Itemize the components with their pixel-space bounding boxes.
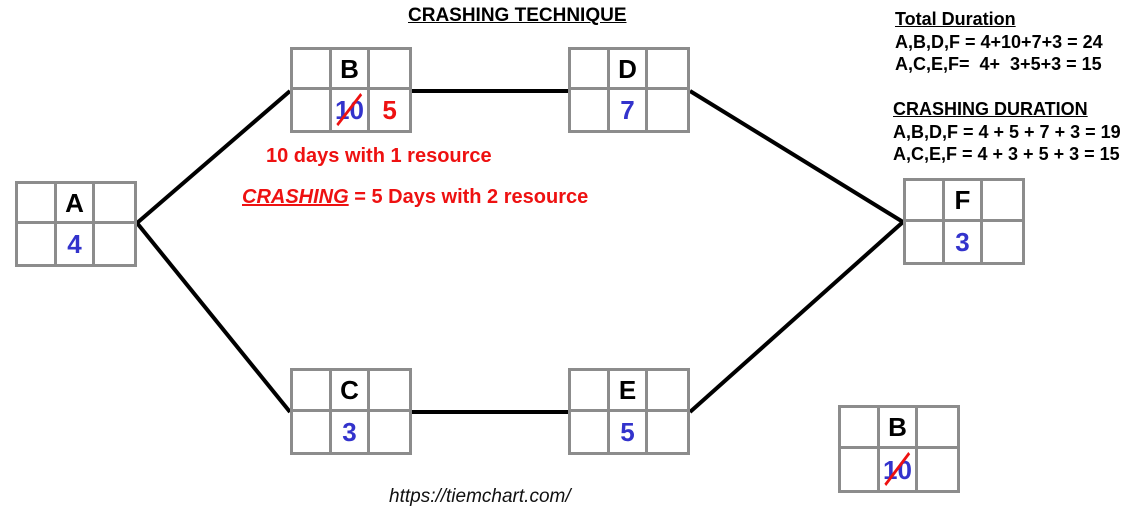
note-line-2: CRASHING = 5 Days with 2 resource — [242, 186, 588, 209]
edge-d-to-f — [688, 89, 905, 224]
note-keyword-crashing: CRASHING — [242, 186, 349, 208]
node-d-crash-cell — [648, 90, 687, 130]
node-c-duration: 3 — [342, 416, 357, 447]
node-f: F3 — [903, 178, 1025, 265]
node-f-duration: 3 — [955, 226, 970, 257]
total-duration-line-1: A,B,D,F = 4+10+7+3 = 24 — [895, 31, 1103, 52]
node-f-empty-cell — [906, 221, 945, 262]
node-e: E5 — [568, 368, 690, 455]
edge-e-to-f — [688, 220, 905, 414]
node-e-duration-cell: 5 — [610, 411, 649, 452]
node-d-empty-cell — [571, 90, 610, 130]
node-d-empty-cell — [648, 50, 687, 90]
node-c-label: C — [340, 374, 359, 405]
node-e-empty-cell — [648, 371, 687, 412]
node-e-empty-cell — [571, 411, 610, 452]
node-c-crash-cell — [370, 412, 409, 453]
node-a-label: A — [65, 187, 84, 218]
crashing-duration-line-1: A,B,D,F = 4 + 5 + 7 + 3 = 19 — [893, 121, 1121, 142]
note-line-2-rest: = 5 Days with 2 resource — [348, 186, 589, 208]
node-d-empty-cell — [571, 50, 610, 90]
node-b2-duration: 10 — [883, 454, 912, 485]
node-f-crash-cell — [983, 222, 1022, 263]
node-a-name-cell: A — [56, 184, 96, 224]
node-e-duration: 5 — [620, 416, 635, 447]
node-e-label: E — [618, 374, 637, 405]
node-f-name-cell: F — [944, 181, 984, 222]
edge-a-to-c — [135, 221, 292, 414]
node-d-name-cell: D — [609, 50, 649, 90]
node-b-name-cell: B — [331, 50, 371, 90]
node-a-crash-cell — [95, 224, 134, 264]
node-a-empty-cell — [18, 224, 57, 264]
node-a-empty-cell — [95, 184, 134, 224]
node-b2-empty-cell — [841, 408, 880, 449]
node-b2-crash-cell — [918, 449, 957, 490]
node-b2: B 10 — [838, 405, 960, 493]
diagram-canvas: CRASHING TECHNIQUE A 4 B 10 5 D 7 F 3 C 3 E 5 B 10 10 … — [0, 0, 1126, 525]
node-a: A4 — [15, 181, 137, 267]
node-d-duration: 7 — [620, 95, 635, 125]
node-b2-duration-cell: 10 — [880, 449, 919, 490]
node-c-empty-cell — [370, 371, 409, 412]
note-line-1: 10 days with 1 resource — [266, 145, 492, 167]
total-duration-panel: Total Duration A,B,D,F = 4+10+7+3 = 24 A… — [895, 8, 1103, 76]
node-e-crash-cell — [648, 412, 687, 453]
node-b-label: B — [340, 53, 359, 84]
page-title: CRASHING TECHNIQUE — [408, 5, 627, 26]
total-duration-heading: Total Duration — [895, 9, 1016, 29]
node-f-empty-cell — [983, 181, 1022, 222]
node-c: C3 — [290, 368, 412, 455]
node-e-empty-cell — [571, 371, 610, 412]
node-b-duration: 10 — [335, 95, 364, 125]
node-b: B 10 5 — [290, 47, 412, 133]
node-f-label: F — [954, 184, 971, 215]
node-c-empty-cell — [293, 371, 332, 412]
node-d-duration-cell: 7 — [610, 90, 649, 130]
node-b-duration-cell: 10 — [332, 90, 371, 130]
node-b2-label: B — [888, 412, 907, 442]
node-e-name-cell: E — [609, 371, 649, 412]
source-url: https://tiemchart.com/ — [389, 486, 571, 507]
node-b2-name-cell: B — [879, 408, 919, 449]
crashing-duration-line-2: A,C,E,F = 4 + 3 + 5 + 3 = 15 — [893, 144, 1120, 164]
node-b-empty-cell — [293, 90, 332, 130]
node-f-duration-cell: 3 — [945, 221, 984, 262]
node-c-empty-cell — [293, 411, 332, 452]
node-a-duration-cell: 4 — [57, 224, 96, 264]
crashing-duration-heading: CRASHING DURATION — [893, 99, 1088, 119]
node-b-crash-cell: 5 — [370, 90, 409, 130]
node-b-empty-cell — [293, 50, 332, 90]
total-duration-line-2: A,C,E,F= 4+ 3+5+3 = 15 — [895, 54, 1102, 74]
node-d-label: D — [618, 53, 637, 84]
node-b2-empty-cell — [918, 408, 957, 449]
node-a-duration: 4 — [67, 229, 82, 259]
node-b2-empty-cell — [841, 449, 880, 490]
node-c-duration-cell: 3 — [332, 411, 371, 452]
node-f-empty-cell — [906, 181, 945, 222]
node-d: D7 — [568, 47, 690, 133]
node-b-empty-cell — [370, 50, 409, 90]
node-c-name-cell: C — [331, 371, 371, 412]
node-a-empty-cell — [18, 184, 57, 224]
node-b-crash-duration: 5 — [382, 95, 397, 125]
crashing-duration-panel: CRASHING DURATION A,B,D,F = 4 + 5 + 7 + … — [893, 98, 1121, 166]
